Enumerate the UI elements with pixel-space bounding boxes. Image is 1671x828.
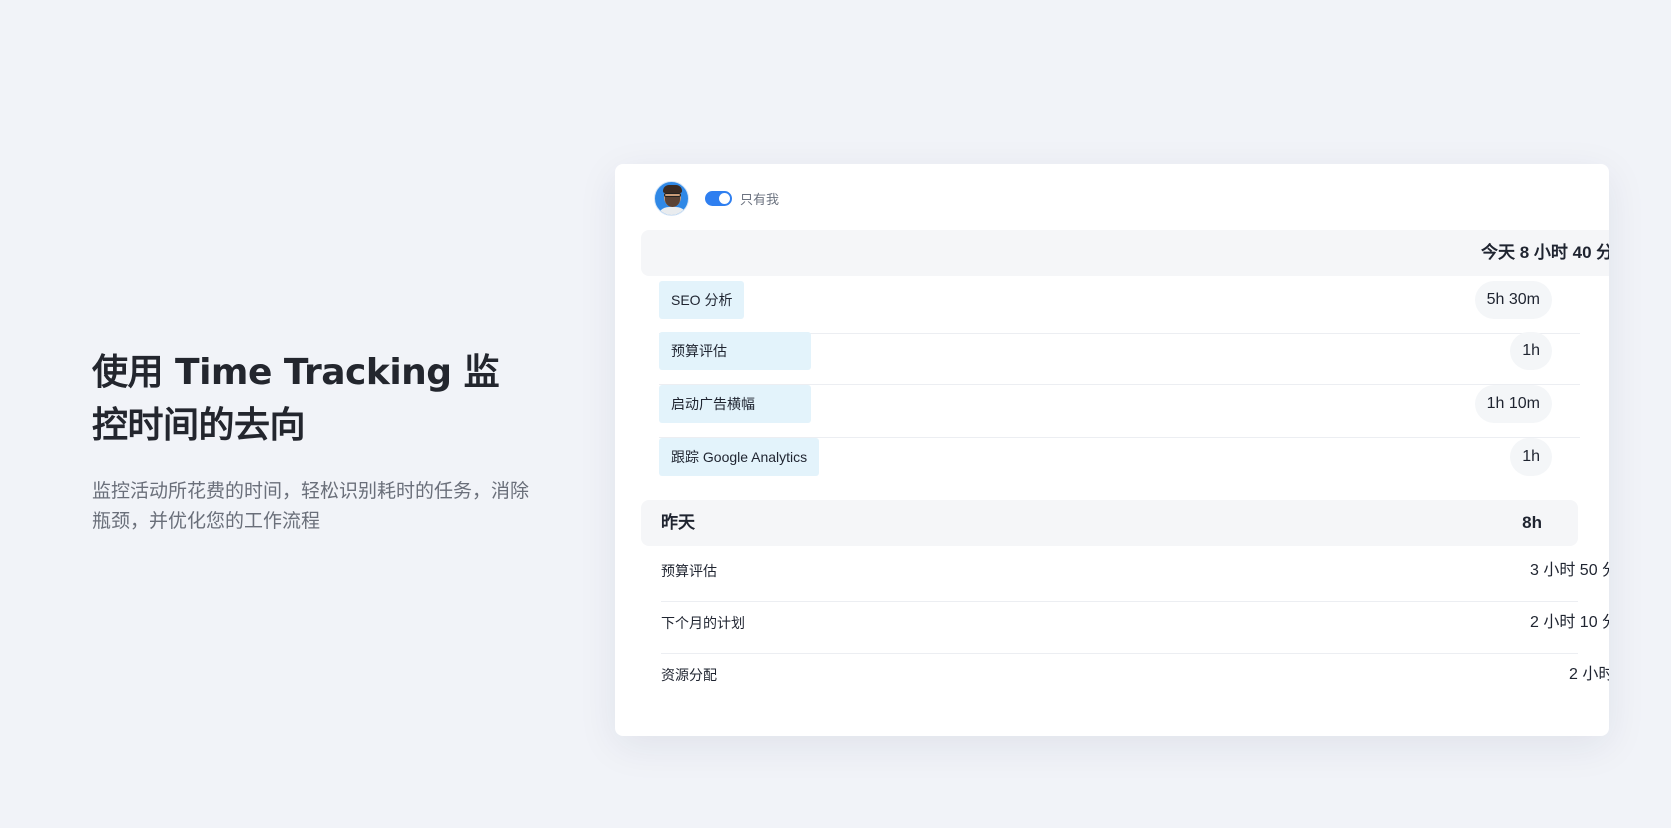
yesterday-total: 8h: [1522, 513, 1542, 532]
task-name-chip[interactable]: 预算评估: [659, 332, 811, 370]
hero-subtitle: 监控活动所花费的时间，轻松识别耗时的任务，消除瓶颈，并优化您的工作流程: [92, 481, 530, 532]
only-me-label: 只有我: [740, 191, 780, 207]
task-duration-pill: 1h: [1510, 332, 1552, 370]
task-name-chip[interactable]: 跟踪 Google Analytics: [659, 438, 820, 476]
yesterday-task-duration: 3 小时 50 分钟: [1530, 562, 1609, 579]
task-duration-pill: 1h: [1510, 438, 1552, 476]
yesterday-task-name: 资源分配: [661, 667, 717, 683]
task-row[interactable]: 启动广告横幅 1h 10m: [659, 385, 1580, 438]
today-header: 今天 8 小时 40 分: [641, 230, 1609, 276]
time-tracking-card: 只有我 今天 8 小时 40 分 SEO 分析 5h 30m 预算评估 1h 启…: [615, 164, 1609, 736]
yesterday-task-duration: 2 小时: [1569, 666, 1609, 683]
yesterday-task-row[interactable]: 资源分配 2 小时: [661, 654, 1609, 706]
toggle-knob: [719, 192, 730, 204]
yesterday-label: 昨天: [661, 513, 695, 532]
yesterday-task-name: 预算评估: [661, 563, 717, 579]
task-duration-pill: 1h 10m: [1474, 385, 1552, 423]
task-row[interactable]: 跟踪 Google Analytics 1h: [659, 438, 1580, 491]
task-row[interactable]: SEO 分析 5h 30m: [659, 281, 1580, 334]
yesterday-task-row[interactable]: 下个月的计划 2 小时 10 分钟: [661, 602, 1609, 654]
today-total-label: 今天 8 小时 40 分: [1481, 243, 1609, 262]
avatar[interactable]: [654, 180, 689, 216]
task-row[interactable]: 预算评估 1h: [659, 332, 1580, 385]
task-name-chip[interactable]: SEO 分析: [659, 281, 745, 319]
task-name-chip[interactable]: 启动广告横幅: [659, 385, 811, 423]
task-duration-pill: 5h 30m: [1474, 281, 1552, 319]
yesterday-header: 昨天 8h: [641, 500, 1578, 546]
yesterday-task-name: 下个月的计划: [661, 615, 745, 631]
card-header: 只有我: [654, 180, 779, 216]
only-me-toggle[interactable]: [705, 190, 732, 206]
hero-title: 使用 Time Tracking 监控时间的去向: [92, 352, 500, 446]
hero-section: 使用 Time Tracking 监控时间的去向 监控活动所花费的时间，轻松识别…: [92, 346, 532, 537]
yesterday-task-row[interactable]: 预算评估 3 小时 50 分钟: [661, 550, 1609, 602]
yesterday-task-duration: 2 小时 10 分钟: [1530, 614, 1609, 631]
